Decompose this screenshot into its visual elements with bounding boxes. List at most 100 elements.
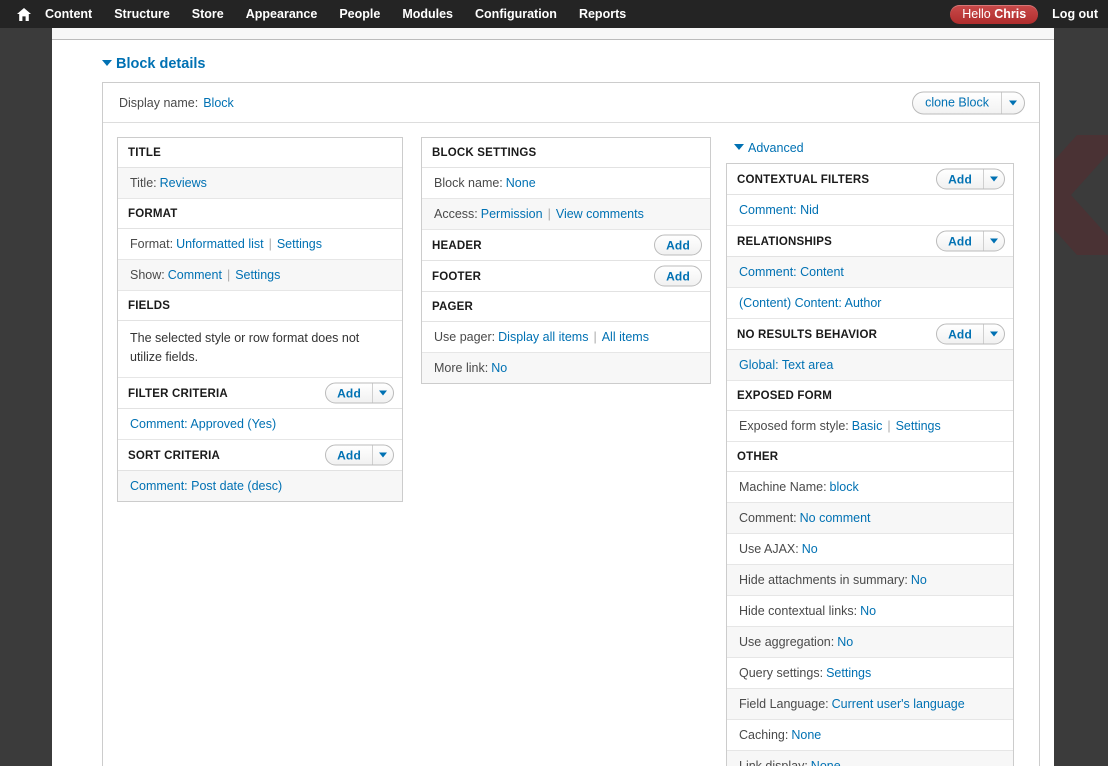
access-label: Access: — [434, 207, 478, 221]
other-row-label: Use AJAX: — [739, 542, 799, 556]
other-row-value-link[interactable]: Current user's language — [832, 697, 965, 711]
filter-criteria-add-dropdown[interactable] — [373, 384, 393, 403]
format-settings-link[interactable]: Settings — [277, 237, 322, 251]
row-more-link: More link: No — [422, 353, 710, 383]
contextual-filters-add-button[interactable]: Add — [936, 168, 1005, 190]
show-settings-link[interactable]: Settings — [235, 268, 280, 282]
other-row: Query settings: Settings — [727, 658, 1013, 689]
section-block-settings-header: BLOCK SETTINGS — [422, 138, 710, 168]
divider: | — [887, 419, 891, 433]
other-row-value-link[interactable]: None — [811, 759, 841, 766]
sort-criteria-add-button[interactable]: Add — [325, 444, 394, 466]
other-row-label: Caching: — [739, 728, 789, 742]
relationships-add-dropdown[interactable] — [984, 232, 1004, 251]
greeting-username: Chris — [994, 6, 1027, 21]
no-results-add-button[interactable]: Add — [936, 323, 1005, 345]
other-row-value-link[interactable]: No — [860, 604, 876, 618]
chevron-down-icon — [379, 452, 387, 458]
relationship-item-2-link[interactable]: (Content) Content: Author — [739, 296, 881, 310]
exposed-form-style-label: Exposed form style: — [739, 419, 849, 433]
relationships-add-button[interactable]: Add — [936, 230, 1005, 252]
other-row: Hide contextual links: No — [727, 596, 1013, 627]
other-row-label: Machine Name: — [739, 480, 827, 494]
chevron-down-icon — [990, 176, 998, 182]
other-row-value-link[interactable]: No — [837, 635, 853, 649]
access-value-link[interactable]: Permission — [481, 207, 543, 221]
relationship-item-1-link[interactable]: Comment: Content — [739, 265, 844, 279]
format-label: Format: — [130, 237, 174, 251]
clone-block-button[interactable]: clone Block — [912, 91, 1025, 114]
row-block-name: Block name: None — [422, 168, 710, 199]
clone-block-dropdown[interactable] — [1002, 92, 1024, 113]
other-row-value-link[interactable]: No — [802, 542, 818, 556]
filter-item-link[interactable]: Comment: Approved (Yes) — [130, 417, 276, 431]
toolbar-item-configuration[interactable]: Configuration — [464, 0, 568, 28]
other-row: Comment: No comment — [727, 503, 1013, 534]
filter-criteria-add-button[interactable]: Add — [325, 382, 394, 404]
title-value-link[interactable]: Reviews — [160, 176, 207, 190]
use-pager-all-items-link[interactable]: All items — [602, 330, 649, 344]
other-row-value-link[interactable]: No — [911, 573, 927, 587]
format-value-link[interactable]: Unformatted list — [176, 237, 264, 251]
section-exposed-form-header: EXPOSED FORM — [727, 381, 1013, 411]
section-filter-criteria-label: FILTER CRITERIA — [128, 387, 228, 400]
section-no-results-behavior-header: NO RESULTS BEHAVIOR Add — [727, 319, 1013, 350]
section-contextual-filters-header: CONTEXTUAL FILTERS Add — [727, 164, 1013, 195]
screen-root: Content Structure Store Appearance Peopl… — [0, 0, 1108, 766]
section-pager-label: PAGER — [432, 301, 474, 313]
section-no-results-behavior-label: NO RESULTS BEHAVIOR — [737, 328, 878, 341]
home-icon[interactable] — [0, 0, 34, 28]
show-value-link[interactable]: Comment — [168, 268, 222, 282]
contextual-item-link[interactable]: Comment: Nid — [739, 203, 819, 217]
section-header-label: HEADER — [432, 239, 482, 252]
section-fields-header: FIELDS — [118, 291, 402, 321]
other-row-value-link[interactable]: No comment — [800, 511, 871, 525]
more-link-label: More link: — [434, 361, 489, 375]
block-name-value-link[interactable]: None — [506, 176, 536, 190]
toolbar-item-store[interactable]: Store — [181, 0, 235, 28]
footer-add-button[interactable]: Add — [654, 265, 702, 287]
no-results-add-dropdown[interactable] — [984, 325, 1004, 344]
display-name-row: Display name: Block clone Block — [103, 83, 1039, 123]
toolbar-item-reports[interactable]: Reports — [568, 0, 637, 28]
display-name-label: Display name: — [119, 95, 199, 110]
section-fields-label: FIELDS — [128, 300, 171, 312]
fields-note: The selected style or row format does no… — [118, 321, 402, 378]
divider: | — [593, 330, 597, 344]
chevron-down-icon — [734, 144, 744, 150]
filter-criteria-add-label: Add — [337, 386, 361, 400]
other-row-value-link[interactable]: block — [830, 480, 859, 494]
use-pager-value-link[interactable]: Display all items — [498, 330, 588, 344]
sort-criteria-add-dropdown[interactable] — [373, 446, 393, 465]
advanced-toggle[interactable]: Advanced — [726, 137, 1014, 163]
user-greeting-badge[interactable]: Hello Chris — [950, 4, 1039, 24]
toolbar-item-modules[interactable]: Modules — [391, 0, 464, 28]
clone-block-label: clone Block — [925, 95, 989, 110]
exposed-form-style-value-link[interactable]: Basic — [852, 419, 883, 433]
advanced-panel: CONTEXTUAL FILTERS Add Comment: Nid RELA… — [726, 163, 1014, 766]
block-details-header[interactable]: Block details — [88, 40, 1054, 78]
row-relationship-item-2: (Content) Content: Author — [727, 288, 1013, 319]
toolbar-item-structure[interactable]: Structure — [103, 0, 181, 28]
row-show: Show: Comment | Settings — [118, 260, 402, 291]
exposed-form-settings-link[interactable]: Settings — [896, 419, 941, 433]
logout-link[interactable]: Log out — [1052, 7, 1098, 21]
toolbar-item-people[interactable]: People — [328, 0, 391, 28]
no-results-item-link[interactable]: Global: Text area — [739, 358, 833, 372]
toolbar-item-content[interactable]: Content — [34, 0, 103, 28]
other-row-label: Use aggregation: — [739, 635, 835, 649]
views-ui-edit-content: Block details Display name: Block clone … — [88, 40, 1054, 766]
toolbar-item-appearance[interactable]: Appearance — [235, 0, 329, 28]
contextual-filters-add-dropdown[interactable] — [984, 170, 1004, 189]
sort-item-link[interactable]: Comment: Post date (desc) — [130, 479, 282, 493]
more-link-value-link[interactable]: No — [491, 361, 507, 375]
other-row-label: Hide contextual links: — [739, 604, 858, 618]
other-row-value-link[interactable]: None — [791, 728, 821, 742]
advanced-label: Advanced — [748, 141, 804, 155]
other-row-value-link[interactable]: Settings — [826, 666, 871, 680]
access-view-comments-link[interactable]: View comments — [556, 207, 644, 221]
row-title: Title: Reviews — [118, 168, 402, 199]
header-add-button[interactable]: Add — [654, 234, 702, 256]
display-name-value[interactable]: Block — [203, 96, 234, 110]
divider: | — [226, 268, 231, 282]
